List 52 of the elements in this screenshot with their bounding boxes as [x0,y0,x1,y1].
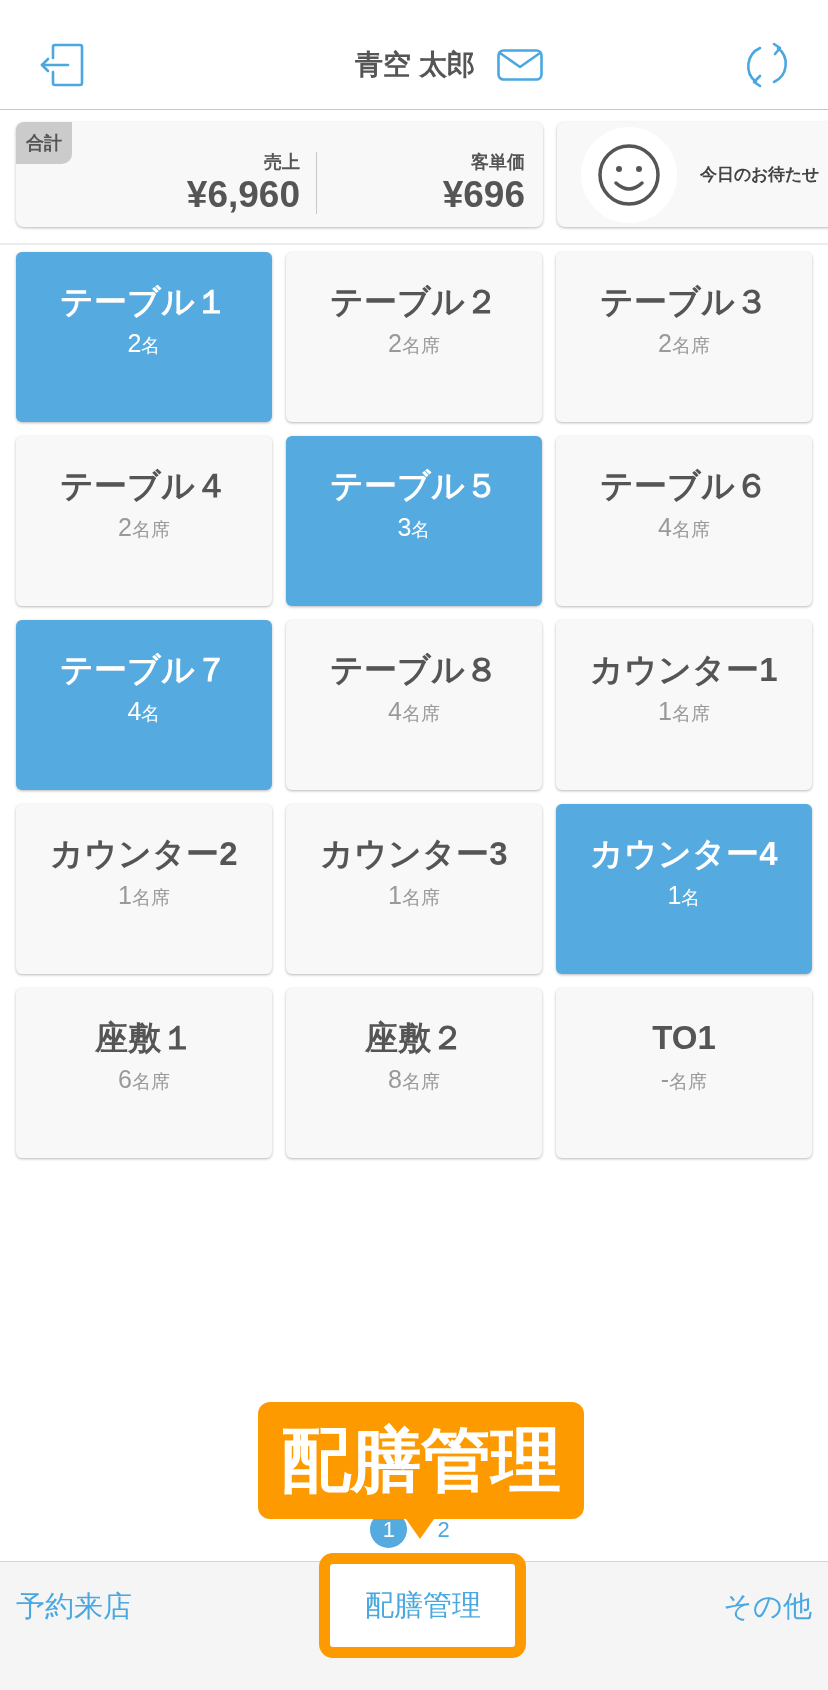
table-card[interactable]: カウンター1 1名席 [556,620,812,790]
table-card[interactable]: 座敷１ 6名席 [16,988,272,1158]
seat-count: 2名 [127,328,161,359]
table-name: カウンター4 [590,834,778,874]
table-name: テーブル３ [600,282,768,322]
table-card[interactable]: テーブル２ 2名席 [286,252,542,422]
refresh-icon[interactable] [744,41,790,88]
seat-count: 2名席 [118,512,170,543]
table-name: テーブル６ [600,466,768,506]
table-name: 座敷１ [94,1018,194,1058]
seat-count: 1名 [667,880,701,911]
smiley-icon [581,126,677,223]
seat-count: -名席 [660,1064,708,1095]
seat-count: 4名 [127,696,161,727]
table-card[interactable]: テーブル６ 4名席 [556,436,812,606]
seat-count: 4名席 [658,512,710,543]
logout-icon[interactable] [40,42,84,87]
table-name: 座敷２ [364,1018,464,1058]
seat-count: 3名 [397,512,431,543]
table-name: テーブル５ [330,466,498,506]
table-name: テーブル４ [60,466,228,506]
table-name: テーブル８ [330,650,498,690]
seat-count: 2名席 [658,328,710,359]
table-name: カウンター3 [320,834,508,874]
total-badge: 合計 [16,122,72,164]
seat-count: 1名席 [658,696,710,727]
table-name: カウンター2 [50,834,238,874]
table-name: テーブル２ [330,282,498,322]
stat-label: 客単価 [471,150,525,174]
table-card[interactable]: テーブル４ 2名席 [16,436,272,606]
user-name: 青空 太郎 [355,47,475,82]
seat-count: 8名席 [388,1064,440,1095]
stat-value: ¥696 [442,173,525,216]
table-card[interactable]: カウンター3 1名席 [286,804,542,974]
table-card[interactable]: カウンター2 1名席 [16,804,272,974]
seat-count: 2名席 [388,328,440,359]
seat-count: 1名席 [388,880,440,911]
stat-label: 売上 [264,150,300,174]
table-card[interactable]: テーブル３ 2名席 [556,252,812,422]
table-name: テーブル１ [60,282,228,322]
seat-count: 6名席 [118,1064,170,1095]
stat-value: ¥6,960 [186,173,300,216]
notice-text: 今日のお待たせ [700,164,819,186]
table-name: テーブル７ [60,650,228,690]
seat-count: 4名席 [388,696,440,727]
mail-icon[interactable] [496,48,543,81]
table-card[interactable]: テーブル８ 4名席 [286,620,542,790]
table-card[interactable]: TO1 -名席 [556,988,812,1158]
table-name: TO1 [652,1018,716,1058]
table-card[interactable]: 座敷２ 8名席 [286,988,542,1158]
seat-count: 1名席 [118,880,170,911]
table-name: カウンター1 [590,650,778,690]
